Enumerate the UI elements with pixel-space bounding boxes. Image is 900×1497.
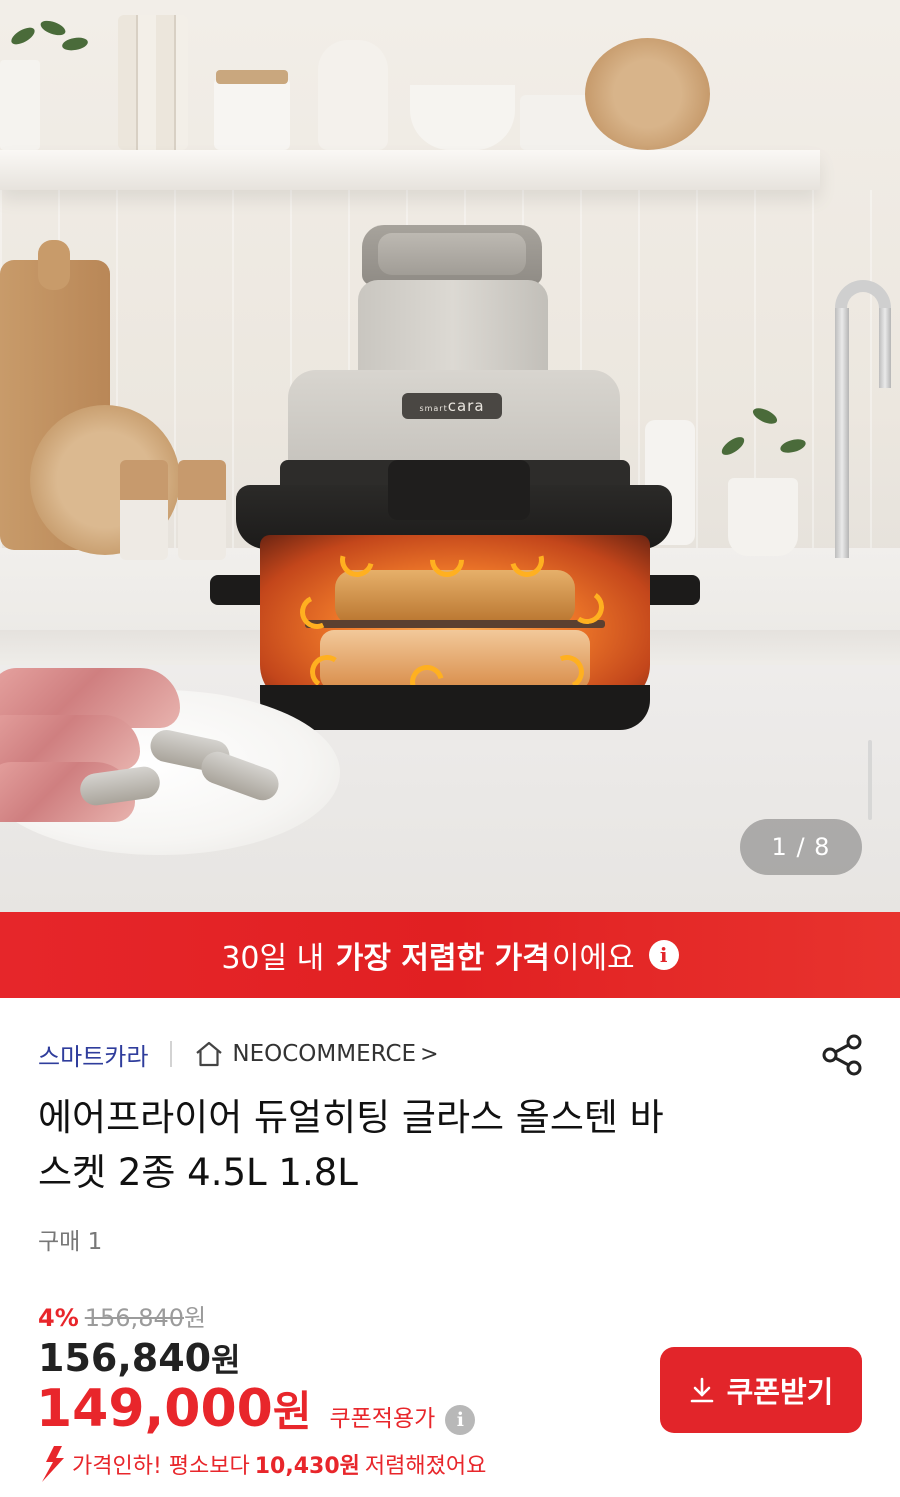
leaf-decoration <box>8 24 38 48</box>
brand-link[interactable]: 스마트카라 <box>38 1037 148 1072</box>
coupon-price-value: 149,000 <box>36 1379 273 1439</box>
info-icon[interactable]: i <box>648 940 679 970</box>
product-image-carousel[interactable]: smartcara 1 / 8 <box>0 0 900 912</box>
scroll-hint <box>868 740 872 820</box>
store-link[interactable]: NEOCOMMERCE <box>232 1041 416 1067</box>
divider <box>170 1041 173 1067</box>
potted-plant <box>728 478 798 556</box>
shelf-plant <box>0 60 40 150</box>
product-title-line2: 스켓 2종 4.5L 1.8L <box>38 1151 358 1194</box>
shelf-jar <box>214 78 290 150</box>
product-brand-logo: smartcara <box>402 393 502 419</box>
sale-price-unit: 원 <box>211 1341 241 1379</box>
product-title-line1: 에어프라이어 듀얼히팅 글라스 올스텐 바 <box>38 1096 664 1139</box>
air-fryer-product: smartcara <box>210 225 705 730</box>
image-pager: 1 / 8 <box>740 819 862 875</box>
shelf-jar-lid <box>216 70 288 84</box>
discount-row: 4% 156,840 원 <box>38 1298 206 1333</box>
coupon-price-unit: 원 <box>272 1387 312 1436</box>
price-drop-suffix: 저렴해졌어요 <box>364 1454 487 1479</box>
get-coupon-button[interactable]: 쿠폰받기 <box>660 1347 862 1433</box>
lowest-price-banner[interactable]: 30일 내 가장 저렴한 가격 이에요 i <box>0 912 900 998</box>
pepper-grinder <box>120 460 168 560</box>
kitchen-faucet <box>835 280 895 560</box>
shelf-wood-board <box>585 38 710 150</box>
chevron-right-icon: > <box>420 1041 439 1067</box>
brand-row: 스마트카라 NEOCOMMERCE > <box>38 1032 868 1076</box>
banner-suffix: 이에요 <box>551 941 635 976</box>
price-drop-amount: 10,430원 <box>254 1454 360 1479</box>
get-coupon-label: 쿠폰받기 <box>726 1377 834 1409</box>
leaf-decoration <box>61 35 89 53</box>
price-drop-arrow-icon <box>42 1446 64 1482</box>
sale-price: 156,840원 <box>38 1335 241 1381</box>
original-price-unit: 원 <box>184 1304 207 1332</box>
download-icon <box>690 1377 713 1403</box>
product-title: 에어프라이어 듀얼히팅 글라스 올스텐 바 스켓 2종 4.5L 1.8L <box>38 1090 838 1200</box>
discount-rate: 4% <box>38 1304 79 1332</box>
shelf-books <box>118 15 188 150</box>
share-icon[interactable] <box>818 1030 868 1080</box>
coupon-price: 149,000 원 쿠폰적용가 i <box>36 1378 476 1439</box>
sale-price-value: 156,840 <box>38 1336 212 1380</box>
banner-highlight: 가장 저렴한 가격 <box>335 941 550 976</box>
price-drop-notice: 가격인하! 평소보다 10,430원 저렴해졌어요 <box>36 1444 486 1484</box>
original-price: 156,840 <box>84 1304 184 1332</box>
banner-prefix: 30일 내 <box>221 941 334 976</box>
price-drop-prefix: 가격인하! 평소보다 <box>72 1454 250 1479</box>
kitchen-shelf <box>0 150 820 190</box>
leaf-decoration <box>38 17 68 39</box>
purchase-count: 구매 1 <box>38 1229 103 1255</box>
home-icon <box>196 1041 223 1067</box>
coupon-price-label: 쿠폰적용가 <box>329 1406 436 1432</box>
shelf-vase <box>318 40 388 150</box>
shelf-bowls <box>410 85 515 150</box>
info-icon[interactable]: i <box>445 1405 476 1435</box>
